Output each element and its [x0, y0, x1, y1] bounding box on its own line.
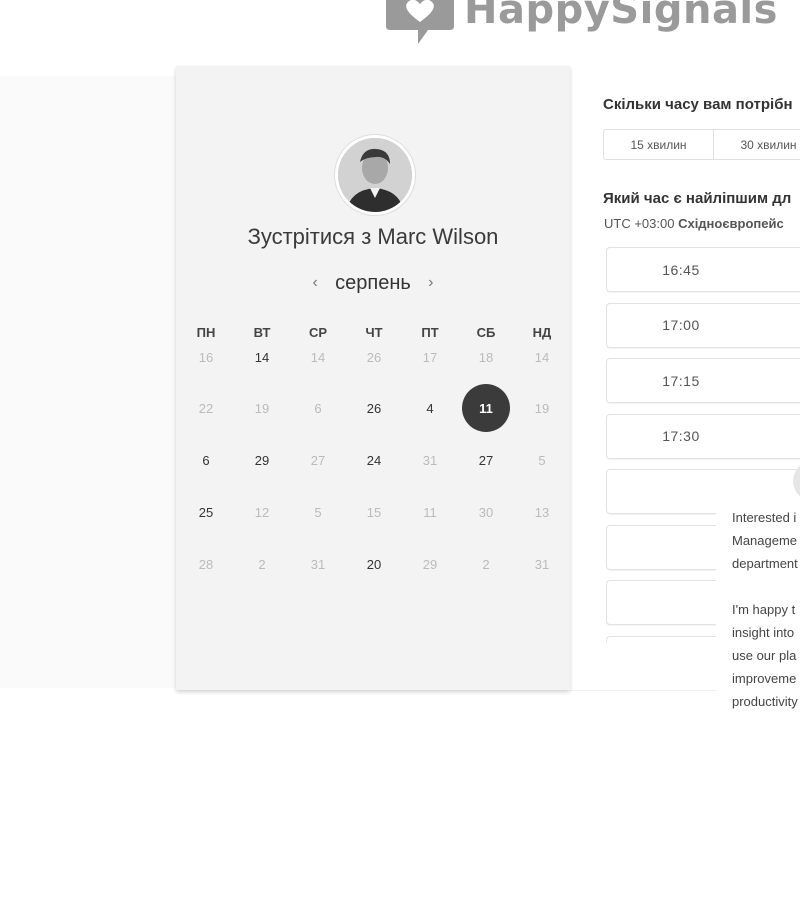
calendar-day: 12	[254, 504, 270, 520]
chat-message-line	[716, 575, 800, 598]
time-question: Який час є найліпшим дл	[603, 190, 792, 207]
happysignals-logo[interactable]: HappySignals	[384, 0, 778, 50]
calendar-day: 27	[310, 452, 326, 468]
duration-option[interactable]: 30 хвилин	[714, 130, 800, 159]
calendar-day: 6	[314, 400, 322, 416]
calendar-day: 15	[366, 504, 382, 520]
chat-message-line: I'm happy t	[732, 602, 796, 617]
calendar-day: 5	[314, 504, 322, 520]
calendar-day: 13	[534, 504, 550, 520]
calendar-day: 2	[482, 556, 490, 572]
calendar-day[interactable]: 26	[350, 384, 398, 432]
duration-selector: 15 хвилин 30 хвилин	[603, 129, 800, 160]
timezone-offset: UTC +03:00	[604, 216, 675, 231]
time-slot[interactable]: 17:15	[606, 358, 800, 403]
calendar-day: 18	[478, 349, 494, 365]
time-slot[interactable]: 16:45	[606, 247, 800, 292]
speech-bubble-heart-icon	[384, 0, 456, 48]
calendar-day[interactable]: 27	[462, 436, 510, 484]
chat-message-popup[interactable]: Interested i Manageme department I'm happy …	[716, 506, 800, 716]
time-slot[interactable]: 17:00	[606, 302, 800, 348]
calendar-day: 19	[534, 400, 550, 416]
calendar-day: 28	[198, 556, 214, 572]
chat-message-line: use our pla	[732, 648, 797, 663]
calendar-day: 2	[258, 556, 266, 572]
calendar-day: 17	[422, 349, 438, 365]
timezone-name[interactable]: Східноєвропейс	[678, 216, 784, 231]
calendar-day: 31	[310, 556, 326, 572]
calendar-day[interactable]: 20	[350, 540, 398, 588]
calendar-day: 26	[366, 349, 382, 365]
chat-message-line: Interested i	[732, 510, 797, 525]
calendar-grid: 16 14 14 26 17 18 14 22 19 6 26 4 11 19 6 29 27 24 31 27 5 25…	[176, 66, 570, 690]
calendar-day: 29	[422, 556, 438, 572]
calendar-day: 30	[478, 504, 494, 520]
calendar-day[interactable]: 29	[238, 436, 286, 484]
duration-question: Скільки часу вам потрібн	[603, 96, 793, 113]
calendar-day[interactable]: 4	[406, 384, 454, 432]
calendar-day: 22	[198, 400, 214, 416]
calendar-day: 31	[534, 556, 550, 572]
calendar-card: Зустрітися з Marc Wilson ‹ серпень › ПН В…	[176, 66, 570, 690]
chat-message-line: insight into	[732, 625, 795, 640]
brand-name: HappySignals	[464, 0, 778, 33]
calendar-day[interactable]: 24	[350, 436, 398, 484]
chat-message-line: productivity	[732, 694, 798, 709]
calendar-day: 5	[538, 452, 546, 468]
duration-option[interactable]: 15 хвилин	[604, 130, 714, 159]
calendar-day: 14	[534, 349, 550, 365]
chat-message-line: improveme	[732, 671, 797, 686]
selected-day[interactable]: 11	[462, 384, 510, 432]
calendar-day[interactable]: 14	[238, 333, 286, 381]
calendar-day[interactable]: 6	[182, 436, 230, 484]
timezone-label: UTC +03:00 Східноєвропейс	[604, 216, 784, 231]
calendar-day: 11	[423, 504, 437, 520]
calendar-day[interactable]: 25	[182, 488, 230, 536]
calendar-day: 31	[422, 452, 438, 468]
calendar-day: 19	[254, 400, 270, 416]
calendar-day: 14	[310, 349, 326, 365]
chat-message-line: department	[732, 556, 798, 571]
calendar-day: 16	[198, 349, 214, 365]
chat-message-line: Manageme	[732, 533, 798, 548]
time-slot[interactable]: 17:30	[606, 413, 800, 459]
page-background-band	[0, 76, 176, 688]
